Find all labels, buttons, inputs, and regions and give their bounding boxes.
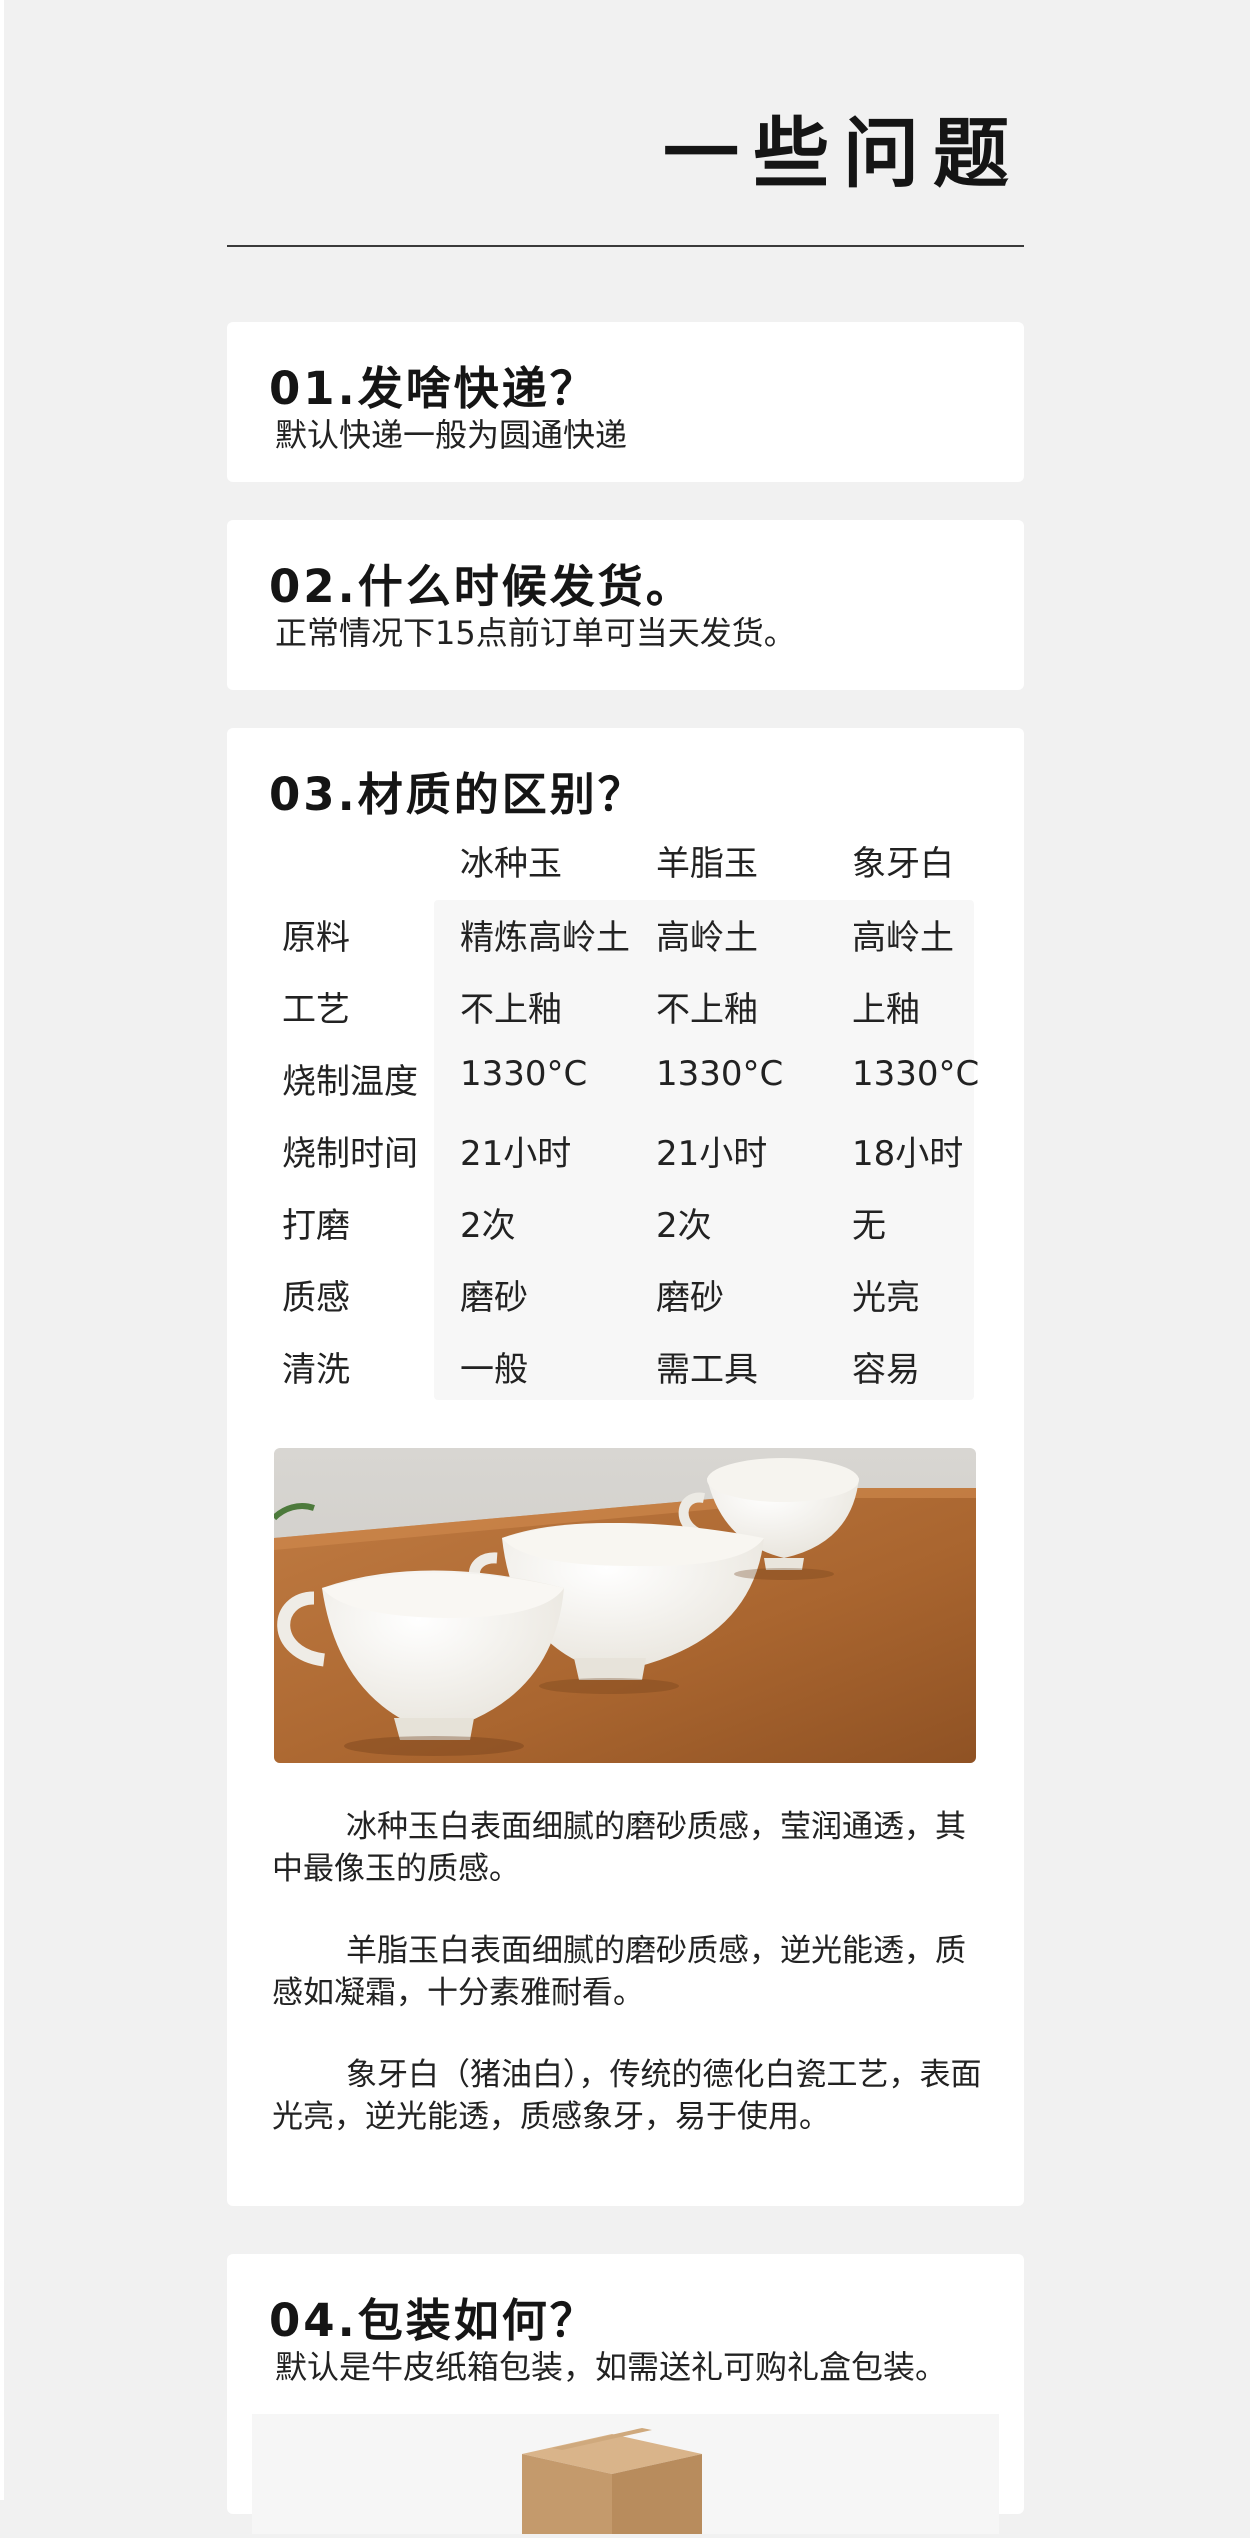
table-cell: 高岭土: [656, 918, 758, 958]
table-row-label: 质感: [282, 1278, 350, 1318]
table-row-label: 打磨: [282, 1206, 350, 1246]
table-cell: 上釉: [852, 990, 920, 1030]
faq-card-shipping-carrier: 01.发啥快递？ 默认快递一般为圆通快递: [227, 322, 1024, 482]
table-cell: 容易: [852, 1350, 920, 1390]
table-row-label: 烧制时间: [282, 1134, 418, 1174]
table-cell: 1330°C: [460, 1054, 588, 1094]
table-cell: 18小时: [852, 1134, 964, 1174]
page-title: 一些问题: [663, 109, 1023, 198]
table-row: 原料 精炼高岭土 高岭土 高岭土: [227, 900, 1024, 972]
faq-card-packaging: 04.包装如何？ 默认是牛皮纸箱包装，如需送礼可购礼盒包装。: [227, 2254, 1024, 2534]
faq-answer: 正常情况下15点前订单可当天发货。: [275, 614, 796, 652]
material-description: 羊脂玉白表面细腻的磨砂质感，逆光能透，质感如凝霜，十分素雅耐看。: [272, 1933, 966, 2011]
table-row-label: 清洗: [282, 1350, 350, 1390]
table-column-header: 象牙白: [852, 844, 954, 884]
table-row: 清洗 一般 需工具 容易: [227, 1332, 1024, 1404]
material-description: 冰种玉白表面细腻的磨砂质感，莹润通透，其中最像玉的质感。: [272, 1809, 966, 1887]
faq-question: 03.材质的区别？: [269, 768, 646, 821]
faq-answer: 默认是牛皮纸箱包装，如需送礼可购礼盒包装。: [275, 2348, 948, 2386]
table-row-label: 工艺: [282, 990, 350, 1030]
table-row-label: 原料: [282, 918, 350, 958]
table-column-header: 冰种玉: [460, 844, 562, 884]
table-cell: 精炼高岭土: [460, 918, 630, 958]
table-row-label: 烧制温度: [282, 1062, 418, 1102]
product-photo-cups: [274, 1448, 976, 1763]
table-cell: 21小时: [656, 1134, 768, 1174]
faq-question: 02.什么时候发货。: [269, 560, 694, 613]
table-cell: 光亮: [852, 1278, 920, 1318]
title-divider: [227, 245, 1024, 247]
table-cell: 2次: [656, 1206, 712, 1246]
table-row: 烧制温度 1330°C 1330°C 1330°C: [227, 1044, 1024, 1116]
table-cell: 磨砂: [460, 1278, 528, 1318]
table-cell: 高岭土: [852, 918, 954, 958]
table-column-header: 羊脂玉: [656, 844, 758, 884]
faq-question: 04.包装如何？: [269, 2294, 598, 2347]
table-cell: 1330°C: [852, 1054, 980, 1094]
table-cell: 需工具: [656, 1350, 758, 1390]
table-cell: 不上釉: [656, 990, 758, 1030]
table-row: 烧制时间 21小时 21小时 18小时: [227, 1116, 1024, 1188]
page-edge: [0, 0, 4, 2500]
faq-question: 01.发啥快递？: [269, 362, 598, 415]
table-cell: 无: [852, 1206, 886, 1246]
table-cell: 2次: [460, 1206, 516, 1246]
table-row: 打磨 2次 2次 无: [227, 1188, 1024, 1260]
faq-card-ship-time: 02.什么时候发货。 正常情况下15点前订单可当天发货。: [227, 520, 1024, 690]
table-cell: 不上釉: [460, 990, 562, 1030]
faq-answer: 默认快递一般为圆通快递: [275, 416, 628, 454]
table-row: 质感 磨砂 磨砂 光亮: [227, 1260, 1024, 1332]
table-cell: 磨砂: [656, 1278, 724, 1318]
table-cell: 1330°C: [656, 1054, 784, 1094]
material-description: 象牙白（猪油白），传统的德化白瓷工艺，表面光亮，逆光能透，质感象牙，易于使用。: [272, 2057, 982, 2135]
packaging-photo: [252, 2414, 999, 2534]
table-cell: 21小时: [460, 1134, 572, 1174]
faq-card-material-difference: 03.材质的区别？ 冰种玉 羊脂玉 象牙白 原料 精炼高岭土 高岭土 高岭土 工…: [227, 728, 1024, 2206]
table-cell: 一般: [460, 1350, 528, 1390]
table-row: 工艺 不上釉 不上釉 上釉: [227, 972, 1024, 1044]
